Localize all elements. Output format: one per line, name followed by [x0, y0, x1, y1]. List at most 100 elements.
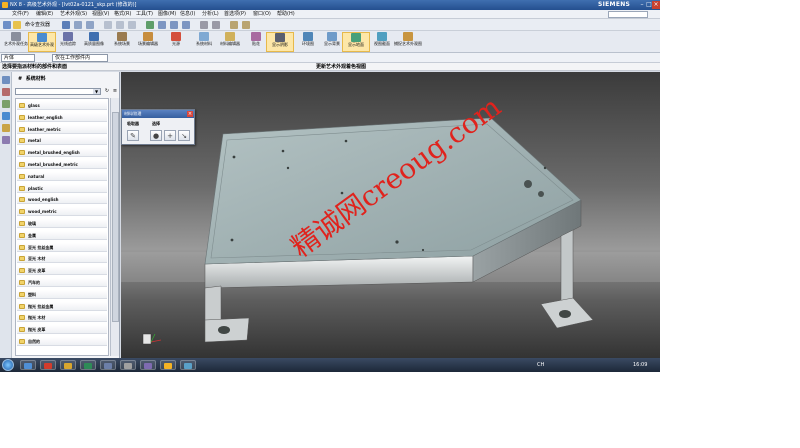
- material-folder-item[interactable]: metal: [17, 136, 107, 146]
- material-folder-item[interactable]: 金属: [17, 230, 107, 240]
- system-materials-icon[interactable]: [2, 112, 10, 120]
- layer-icon[interactable]: [242, 21, 250, 29]
- tool-material-editor[interactable]: 材料编辑器: [216, 32, 244, 52]
- menu-window[interactable]: 窗口(O): [253, 10, 271, 19]
- input-language[interactable]: CH: [537, 358, 544, 372]
- material-folder-item[interactable]: plastic: [17, 183, 107, 193]
- material-folder-item[interactable]: metal_brushed_metric: [17, 160, 107, 169]
- tool-high-quality-image[interactable]: 高质量图像: [80, 32, 108, 52]
- material-folder-item[interactable]: 抛光 皮革: [17, 325, 107, 335]
- new-file-icon[interactable]: [3, 21, 11, 29]
- help-search-input[interactable]: [608, 11, 648, 18]
- material-folder-item[interactable]: wood_metric: [17, 207, 107, 217]
- assembly-navigator-icon[interactable]: [2, 76, 10, 84]
- menu-help[interactable]: 帮助(H): [277, 10, 295, 19]
- materials-scrollbar[interactable]: [110, 98, 119, 356]
- menu-preferences[interactable]: 首选项(P): [224, 10, 246, 19]
- list-options-icon[interactable]: ≡: [112, 88, 118, 95]
- taskbar-app-acrobat[interactable]: [40, 360, 56, 370]
- refresh-icon[interactable]: ↻: [104, 88, 110, 95]
- undo-icon[interactable]: [74, 21, 82, 29]
- taskbar-app-2[interactable]: [60, 360, 76, 370]
- tool-show-shadow[interactable]: 显示阴影: [266, 32, 294, 52]
- tool-system-material[interactable]: 系统材料: [190, 32, 218, 52]
- tool-light[interactable]: 光源: [162, 32, 190, 52]
- taskbar-app-nx[interactable]: [160, 360, 176, 370]
- dialog-close-button[interactable]: ×: [187, 111, 193, 117]
- orient-view-icon[interactable]: [230, 21, 238, 29]
- light-icon: [171, 32, 181, 41]
- material-folder-item[interactable]: 塑料: [17, 289, 107, 299]
- tool-view-section[interactable]: 视图截面: [368, 32, 396, 52]
- redo-icon[interactable]: [86, 21, 94, 29]
- dialog-tab-eyedropper[interactable]: 吸取器: [127, 121, 139, 127]
- menu-view[interactable]: 视图(V): [92, 10, 109, 19]
- taskbar-app-3[interactable]: [80, 360, 96, 370]
- menu-analysis[interactable]: 分析(L): [202, 10, 219, 19]
- menu-edit[interactable]: 编辑(E): [36, 10, 53, 19]
- start-button[interactable]: [2, 359, 14, 371]
- pin-icon[interactable]: #: [18, 76, 22, 82]
- tool-scene-editor[interactable]: 场景编辑器: [134, 32, 162, 52]
- wireframe-icon[interactable]: [212, 21, 220, 29]
- menu-file[interactable]: 文件(F): [12, 10, 29, 19]
- dialog-tab-select[interactable]: 选择: [152, 121, 160, 127]
- add-icon[interactable]: +: [164, 130, 176, 141]
- menu-tools[interactable]: 工具(T): [136, 10, 153, 19]
- material-folder-item[interactable]: 抛光 拉丝金属: [17, 301, 107, 311]
- material-folder-item[interactable]: 亚光 木材: [17, 254, 107, 264]
- eyedropper-icon[interactable]: ✎: [127, 130, 139, 141]
- material-folder-item[interactable]: leather_english: [17, 112, 107, 122]
- material-folder-item[interactable]: leather_metric: [17, 124, 107, 134]
- selection-scope-select[interactable]: 仅在工作部件内: [52, 54, 108, 62]
- menu-info[interactable]: 信息(I): [180, 10, 195, 19]
- taskbar-app-5[interactable]: [120, 360, 136, 370]
- zoom-icon[interactable]: [158, 21, 166, 29]
- paste-icon[interactable]: [128, 21, 136, 29]
- texture-icon[interactable]: ↘: [178, 130, 190, 141]
- material-folder-item[interactable]: wood_english: [17, 195, 107, 205]
- menu-studio[interactable]: 艺术外观(S): [60, 10, 87, 19]
- taskbar-app-7[interactable]: [180, 360, 196, 370]
- open-file-icon[interactable]: [13, 21, 21, 29]
- menu-format[interactable]: 格式(R): [114, 10, 131, 19]
- tool-advanced-studio[interactable]: 高级艺术外观: [28, 32, 56, 52]
- part-navigator-icon[interactable]: [2, 100, 10, 108]
- apply-material-icon[interactable]: ●: [150, 130, 162, 141]
- close-button[interactable]: ×: [652, 1, 660, 9]
- materials-filter-select[interactable]: ▼: [15, 88, 101, 95]
- pan-icon[interactable]: [182, 21, 190, 29]
- taskbar-app-explorer[interactable]: [20, 360, 36, 370]
- shaded-icon[interactable]: [200, 21, 208, 29]
- constraint-navigator-icon[interactable]: [2, 88, 10, 96]
- tool-studio-task[interactable]: 艺术外观任务: [2, 32, 30, 52]
- tool-raytrace[interactable]: 光线追踪: [54, 32, 82, 52]
- material-folder-item[interactable]: 自然的: [17, 337, 107, 346]
- scroll-thumb[interactable]: [112, 112, 119, 322]
- type-filter-select[interactable]: 片体: [1, 54, 35, 62]
- fit-view-icon[interactable]: [146, 21, 154, 29]
- tool-show-floor[interactable]: 显示地面: [342, 32, 370, 52]
- save-icon[interactable]: [62, 21, 70, 29]
- material-folder-item[interactable]: glass: [17, 101, 107, 110]
- copy-icon[interactable]: [116, 21, 124, 29]
- cut-icon[interactable]: [104, 21, 112, 29]
- graphics-viewport[interactable]: [121, 72, 660, 358]
- material-folder-item[interactable]: natural: [17, 171, 107, 181]
- menu-image[interactable]: 图像(M): [158, 10, 176, 19]
- tool-capture-image[interactable]: 捕捉艺术外观图像: [394, 32, 422, 52]
- taskbar-app-4[interactable]: [100, 360, 116, 370]
- material-folder-item[interactable]: 抛光 木材: [17, 313, 107, 323]
- tool-system-scene[interactable]: 系统场景: [108, 32, 136, 52]
- system-scenes-icon[interactable]: [2, 124, 10, 132]
- material-folder-item[interactable]: 亚光 皮革: [17, 266, 107, 276]
- rotate-icon[interactable]: [170, 21, 178, 29]
- history-icon[interactable]: [2, 136, 10, 144]
- chevron-down-icon[interactable]: ▼: [93, 89, 100, 94]
- material-folder-item[interactable]: 汽车的: [17, 278, 107, 287]
- taskbar-app-6[interactable]: [140, 360, 156, 370]
- material-folder-item[interactable]: metal_brushed_english: [17, 148, 107, 158]
- material-folder-item[interactable]: 玻璃: [17, 219, 107, 228]
- material-folder-item[interactable]: 亚光 拉丝金属: [17, 242, 107, 252]
- command-finder[interactable]: 命令查找器: [25, 21, 50, 29]
